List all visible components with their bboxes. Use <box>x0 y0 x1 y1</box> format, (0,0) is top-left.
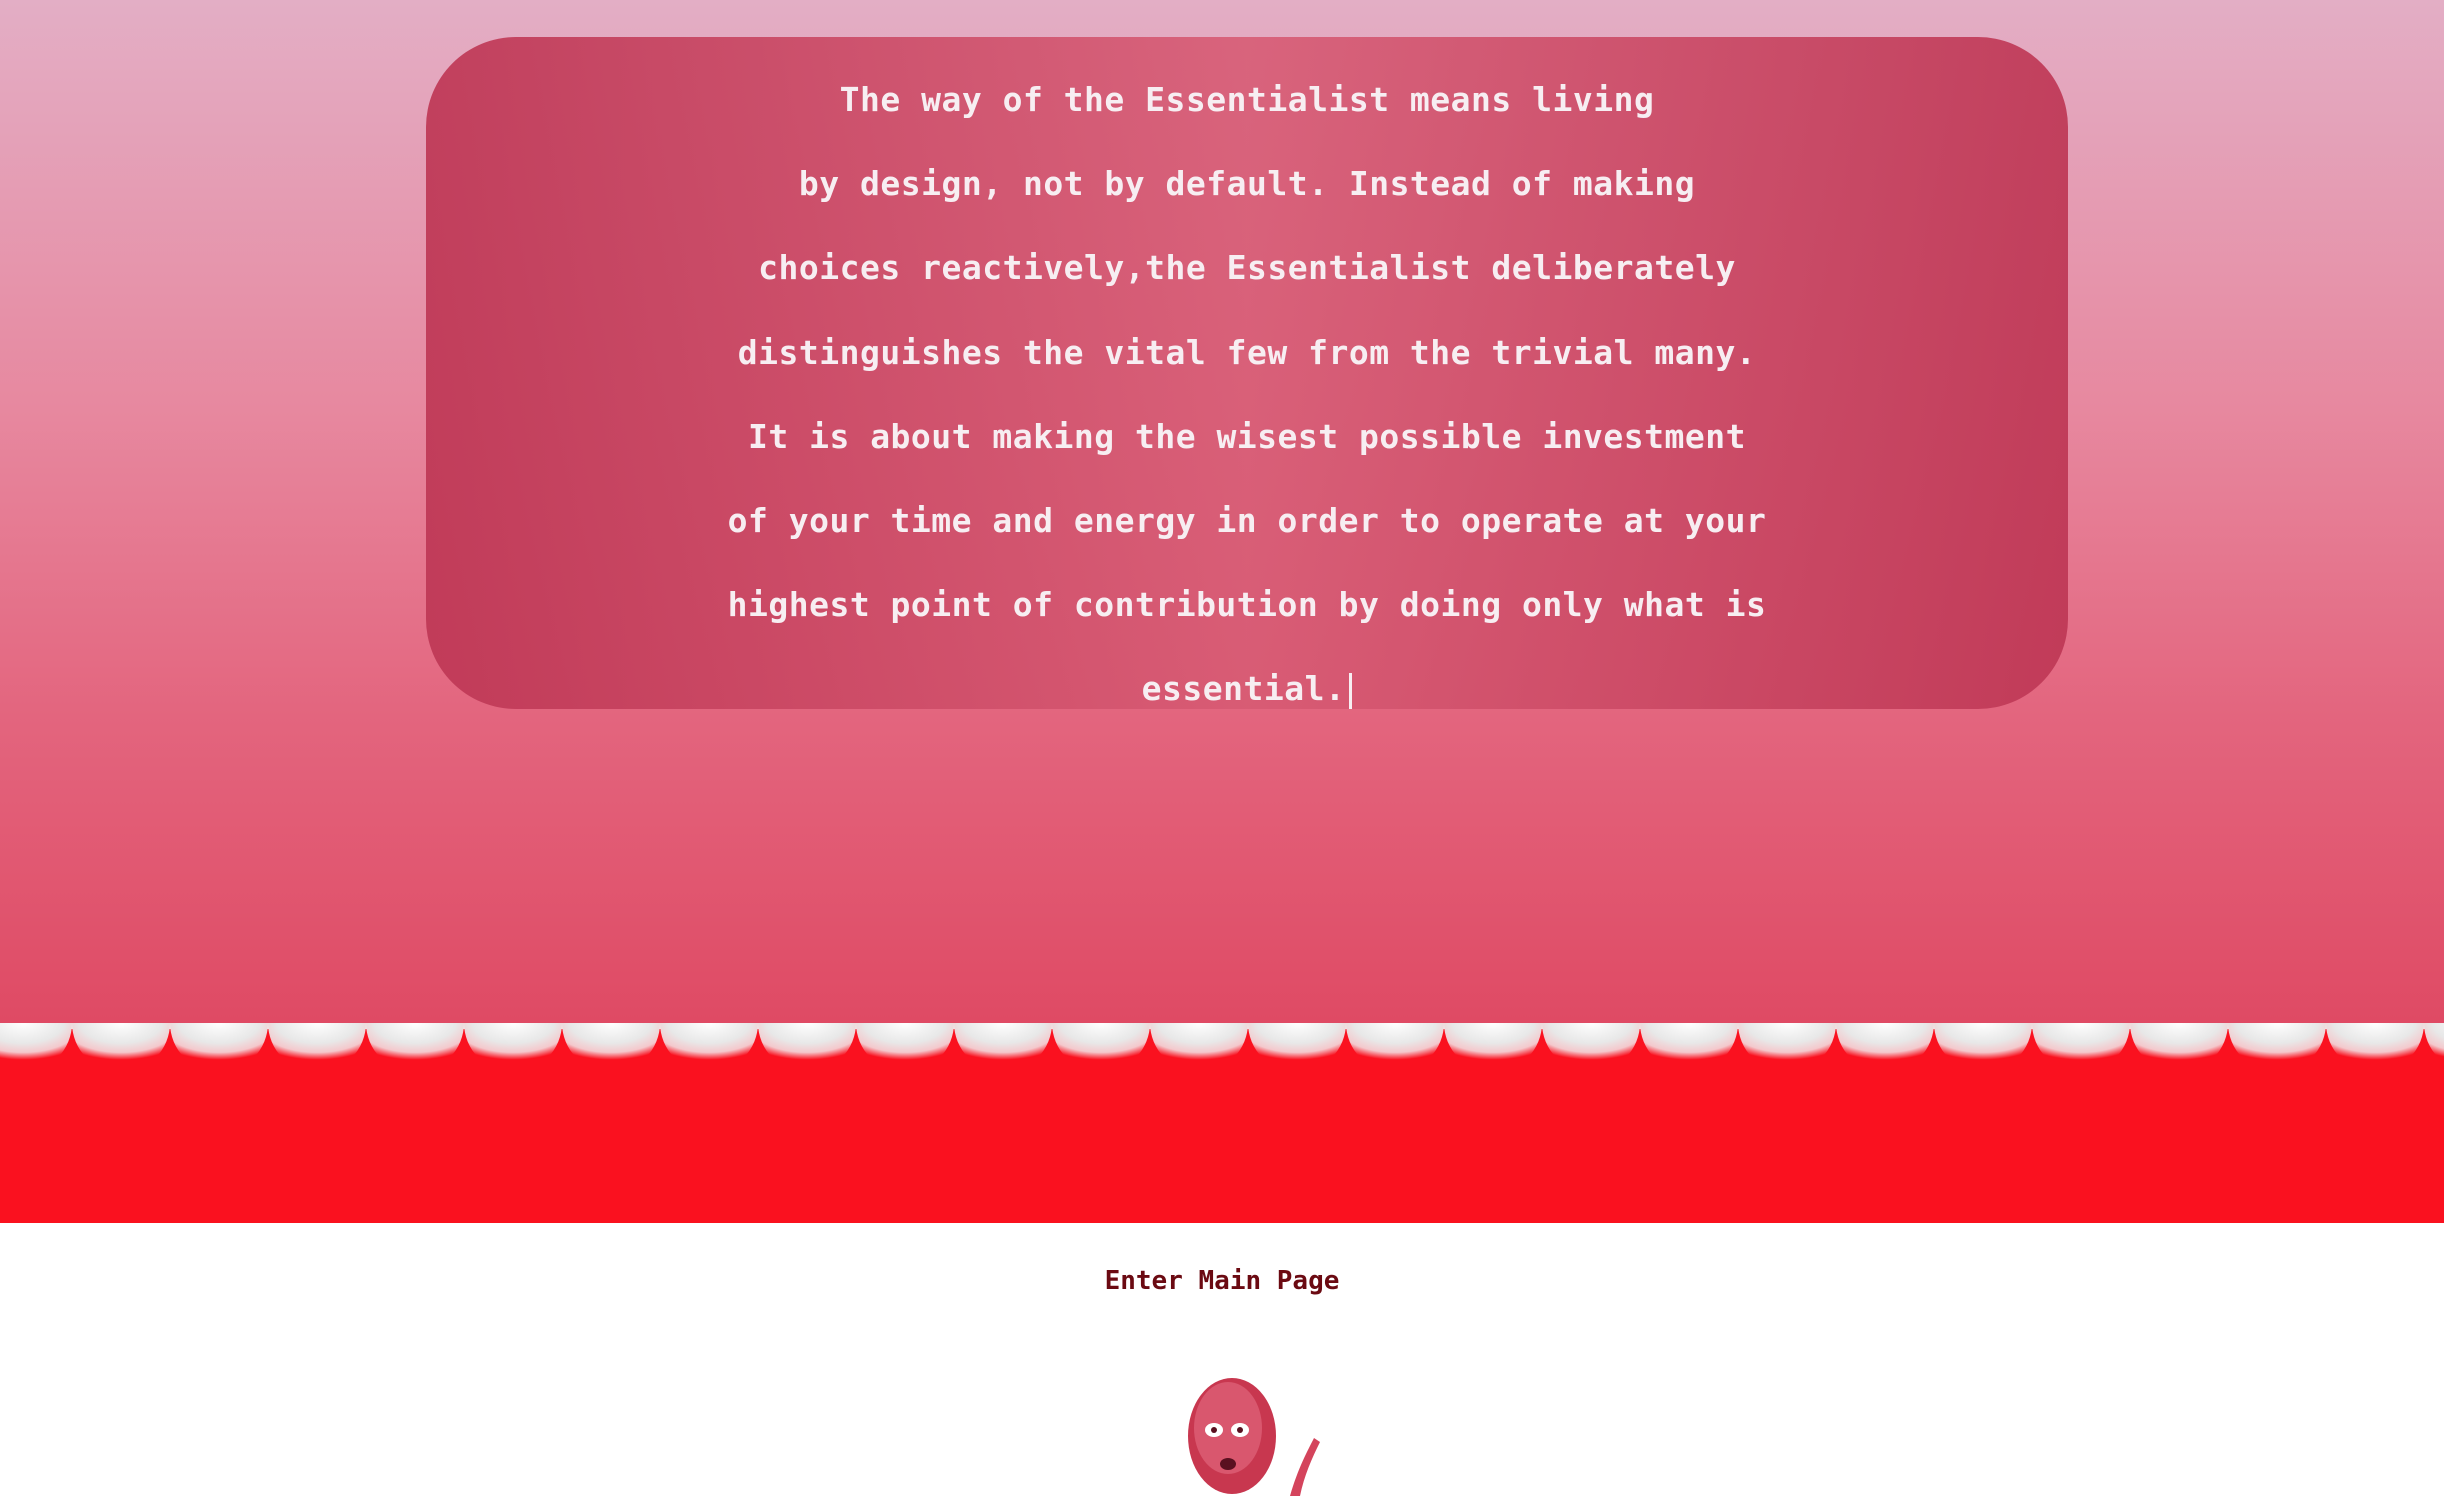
scallop <box>758 1023 856 1072</box>
scallop <box>856 1023 954 1072</box>
scallop <box>954 1023 1052 1072</box>
scallop <box>1640 1023 1738 1072</box>
quote-line: by design, not by default. Instead of ma… <box>798 164 1696 204</box>
scallop <box>1150 1023 1248 1072</box>
typing-caret <box>1349 672 1353 709</box>
quote-line: of your time and energy in order to oper… <box>727 500 1767 540</box>
scallop <box>1934 1023 2032 1072</box>
quote-line: It is about making the wisest possible i… <box>747 416 1747 456</box>
scallop <box>366 1023 464 1072</box>
scallop <box>170 1023 268 1072</box>
quote-line: distinguishes the vital few from the tri… <box>737 332 1757 372</box>
scallop <box>1836 1023 1934 1072</box>
scallop <box>1444 1023 1542 1072</box>
scallop <box>2032 1023 2130 1072</box>
scallop <box>2326 1023 2424 1072</box>
scallop <box>2130 1023 2228 1072</box>
scallop <box>268 1023 366 1072</box>
scallop <box>2424 1023 2444 1063</box>
enter-main-page-link[interactable]: Enter Main Page <box>0 1266 2444 1296</box>
quote-line: highest point of contribution by doing o… <box>727 585 1767 625</box>
scallop <box>464 1023 562 1072</box>
scallop <box>562 1023 660 1072</box>
scallop-edge <box>0 1023 2444 1072</box>
scalloped-curtain-band <box>0 1023 2444 1223</box>
scallop <box>660 1023 758 1072</box>
red-alien-mascot-icon <box>1188 1378 1320 1496</box>
quote-line: choices reactively,the Essentialist deli… <box>758 248 1736 288</box>
quote-text: The way of the Essentialist means living… <box>426 72 2068 746</box>
quote-line: essential. <box>426 661 2068 745</box>
quote-line: The way of the Essentialist means living <box>839 80 1655 119</box>
scallop <box>0 1023 72 1072</box>
scallop <box>1248 1023 1346 1072</box>
scallop <box>1052 1023 1150 1072</box>
scallop <box>1346 1023 1444 1072</box>
scallop <box>72 1023 170 1072</box>
scallop <box>1542 1023 1640 1072</box>
scallop <box>1738 1023 1836 1072</box>
scallop <box>2228 1023 2326 1072</box>
landing-page: The way of the Essentialist means living… <box>0 0 2444 1496</box>
